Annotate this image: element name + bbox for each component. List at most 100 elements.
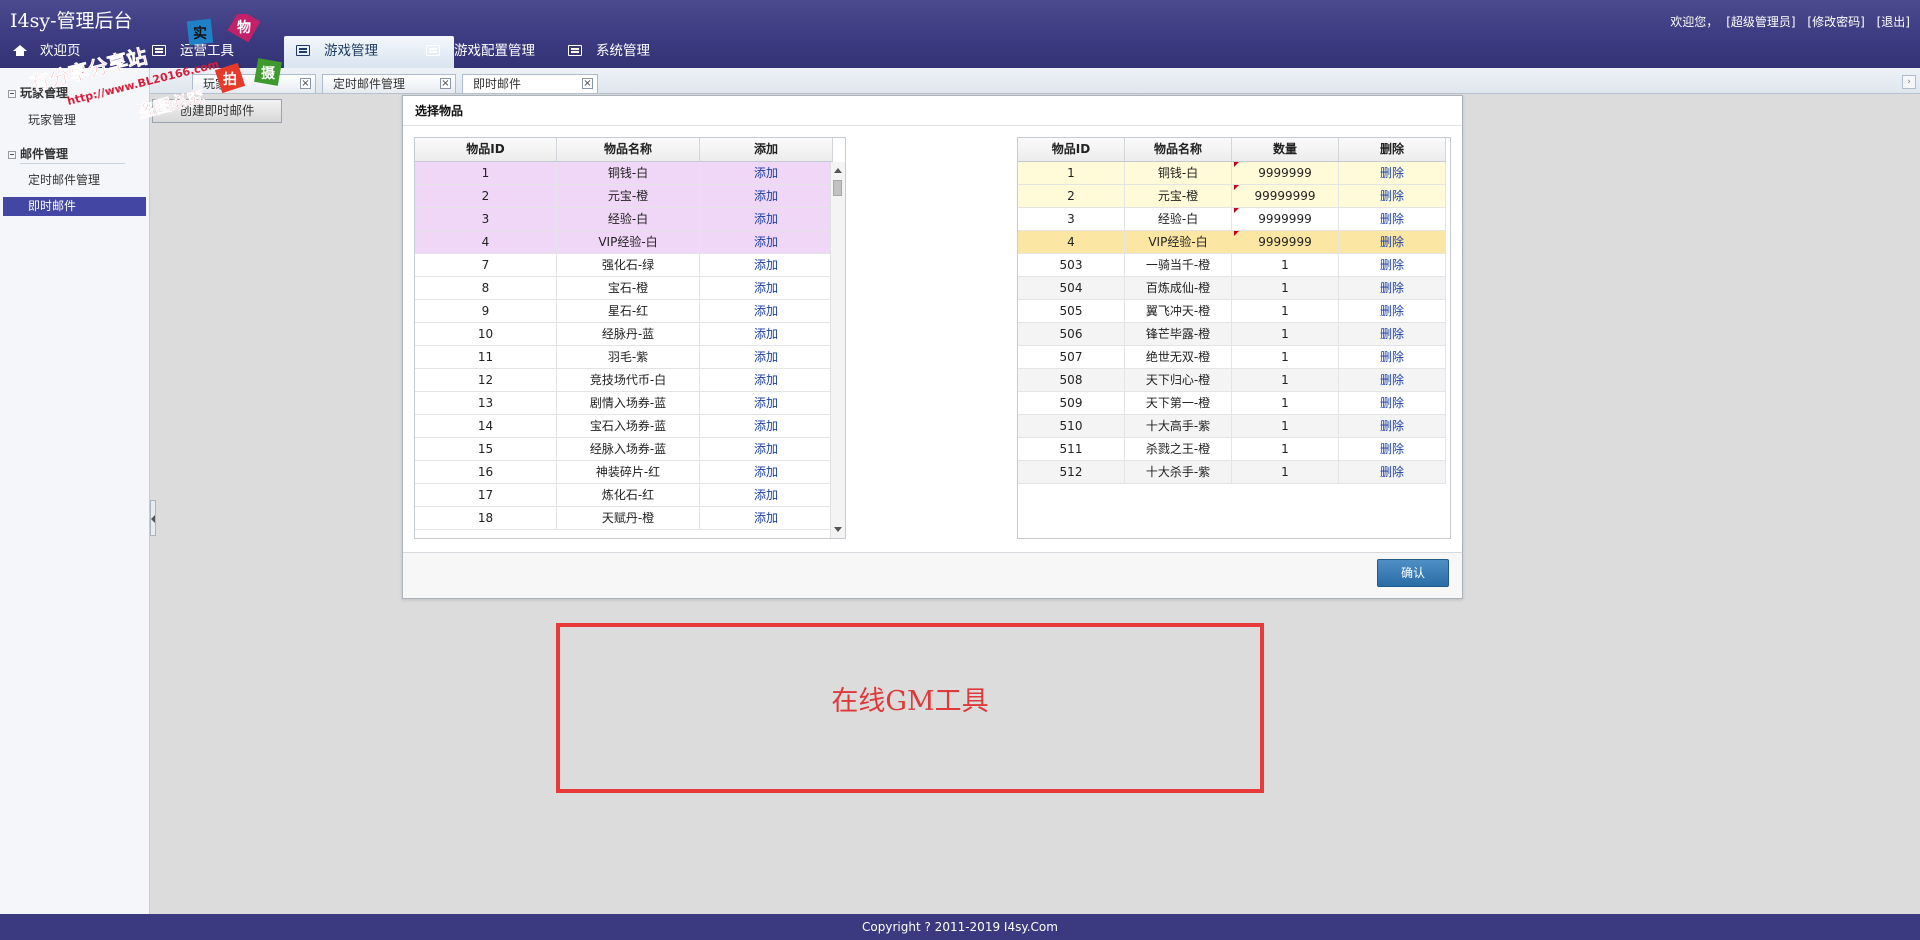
collapse-icon[interactable] bbox=[8, 150, 16, 159]
add-item-link[interactable]: 添加 bbox=[700, 369, 833, 391]
sidebar-collapse-handle[interactable] bbox=[150, 500, 156, 536]
table-row[interactable]: 511 杀戮之王-橙 1 删除 bbox=[1018, 438, 1446, 461]
cell-quantity[interactable]: 99999999 bbox=[1232, 185, 1339, 207]
column-header-item-name[interactable]: 物品名称 bbox=[1125, 138, 1232, 161]
table-row[interactable]: 4 VIP经验-白 9999999 删除 bbox=[1018, 231, 1446, 254]
table-row[interactable]: 503 一骑当千-橙 1 删除 bbox=[1018, 254, 1446, 277]
delete-item-link[interactable]: 删除 bbox=[1339, 231, 1446, 253]
cell-quantity[interactable]: 1 bbox=[1232, 300, 1339, 322]
column-header-item-id[interactable]: 物品ID bbox=[415, 138, 557, 161]
cell-quantity[interactable]: 1 bbox=[1232, 323, 1339, 345]
add-item-link[interactable]: 添加 bbox=[700, 484, 833, 506]
table-row[interactable]: 2 元宝-橙 99999999 删除 bbox=[1018, 185, 1446, 208]
delete-item-link[interactable]: 删除 bbox=[1339, 461, 1446, 483]
cell-quantity[interactable]: 1 bbox=[1232, 415, 1339, 437]
sidebar-item-scheduled-mail[interactable]: 定时邮件管理 bbox=[3, 171, 146, 190]
add-item-link[interactable]: 添加 bbox=[700, 415, 833, 437]
table-row[interactable]: 18 天赋丹-橙 添加 bbox=[415, 507, 833, 530]
close-icon[interactable]: × bbox=[300, 78, 311, 89]
cell-quantity[interactable]: 1 bbox=[1232, 438, 1339, 460]
table-row[interactable]: 12 竞技场代币-白 添加 bbox=[415, 369, 833, 392]
scroll-down-icon[interactable] bbox=[834, 527, 842, 532]
nav-system[interactable]: 系统管理 bbox=[556, 36, 716, 66]
table-row[interactable]: 17 炼化石-红 添加 bbox=[415, 484, 833, 507]
user-name-link[interactable]: [超级管理员] bbox=[1726, 15, 1795, 29]
table-row[interactable]: 8 宝石-橙 添加 bbox=[415, 277, 833, 300]
table-row[interactable]: 505 翼飞冲天-橙 1 删除 bbox=[1018, 300, 1446, 323]
table-row[interactable]: 10 经脉丹-蓝 添加 bbox=[415, 323, 833, 346]
add-item-link[interactable]: 添加 bbox=[700, 162, 833, 184]
change-password-link[interactable]: [修改密码] bbox=[1807, 15, 1864, 29]
column-header-item-name[interactable]: 物品名称 bbox=[557, 138, 700, 161]
sidebar-group-player[interactable]: 玩家管理 bbox=[8, 84, 68, 101]
confirm-button[interactable]: 确认 bbox=[1377, 559, 1449, 587]
column-header-delete[interactable]: 删除 bbox=[1339, 138, 1446, 161]
cell-quantity[interactable]: 9999999 bbox=[1232, 231, 1339, 253]
tab-player[interactable]: 玩家 × bbox=[192, 74, 316, 93]
table-row[interactable]: 11 羽毛-紫 添加 bbox=[415, 346, 833, 369]
add-item-link[interactable]: 添加 bbox=[700, 185, 833, 207]
delete-item-link[interactable]: 删除 bbox=[1339, 185, 1446, 207]
add-item-link[interactable]: 添加 bbox=[700, 231, 833, 253]
table-row[interactable]: 4 VIP经验-白 添加 bbox=[415, 231, 833, 254]
close-icon[interactable]: × bbox=[582, 78, 593, 89]
add-item-link[interactable]: 添加 bbox=[700, 254, 833, 276]
add-item-link[interactable]: 添加 bbox=[700, 507, 833, 529]
table-row[interactable]: 13 剧情入场券-蓝 添加 bbox=[415, 392, 833, 415]
sidebar-item-player-management[interactable]: 玩家管理 bbox=[3, 111, 146, 130]
delete-item-link[interactable]: 删除 bbox=[1339, 415, 1446, 437]
delete-item-link[interactable]: 删除 bbox=[1339, 438, 1446, 460]
table-row[interactable]: 9 星石-红 添加 bbox=[415, 300, 833, 323]
add-item-link[interactable]: 添加 bbox=[700, 346, 833, 368]
cell-quantity[interactable]: 1 bbox=[1232, 369, 1339, 391]
table-row[interactable]: 16 神装碎片-红 添加 bbox=[415, 461, 833, 484]
tab-instant-mail[interactable]: 即时邮件 × bbox=[462, 74, 598, 93]
table-row[interactable]: 7 强化石-绿 添加 bbox=[415, 254, 833, 277]
cell-quantity[interactable]: 1 bbox=[1232, 254, 1339, 276]
table-row[interactable]: 3 经验-白 9999999 删除 bbox=[1018, 208, 1446, 231]
delete-item-link[interactable]: 删除 bbox=[1339, 323, 1446, 345]
column-header-quantity[interactable]: 数量 bbox=[1232, 138, 1339, 161]
delete-item-link[interactable]: 删除 bbox=[1339, 162, 1446, 184]
table-row[interactable]: 506 锋芒毕露-橙 1 删除 bbox=[1018, 323, 1446, 346]
add-item-link[interactable]: 添加 bbox=[700, 392, 833, 414]
add-item-link[interactable]: 添加 bbox=[700, 300, 833, 322]
cell-quantity[interactable]: 9999999 bbox=[1232, 162, 1339, 184]
cell-quantity[interactable]: 1 bbox=[1232, 277, 1339, 299]
cell-quantity[interactable]: 1 bbox=[1232, 392, 1339, 414]
delete-item-link[interactable]: 删除 bbox=[1339, 300, 1446, 322]
add-item-link[interactable]: 添加 bbox=[700, 277, 833, 299]
delete-item-link[interactable]: 删除 bbox=[1339, 392, 1446, 414]
delete-item-link[interactable]: 删除 bbox=[1339, 254, 1446, 276]
table-row[interactable]: 1 铜钱-白 9999999 删除 bbox=[1018, 162, 1446, 185]
sidebar-group-mail[interactable]: 邮件管理 bbox=[8, 145, 68, 162]
table-row[interactable]: 504 百炼成仙-橙 1 删除 bbox=[1018, 277, 1446, 300]
add-item-link[interactable]: 添加 bbox=[700, 438, 833, 460]
scroll-thumb[interactable] bbox=[833, 180, 842, 196]
add-item-link[interactable]: 添加 bbox=[700, 461, 833, 483]
sidebar-item-instant-mail[interactable]: 即时邮件 bbox=[3, 197, 146, 216]
cell-quantity[interactable]: 9999999 bbox=[1232, 208, 1339, 230]
add-item-link[interactable]: 添加 bbox=[700, 208, 833, 230]
cell-quantity[interactable]: 1 bbox=[1232, 461, 1339, 483]
delete-item-link[interactable]: 删除 bbox=[1339, 208, 1446, 230]
tab-scheduled-mail[interactable]: 定时邮件管理 × bbox=[322, 74, 456, 93]
table-row[interactable]: 512 十大杀手-紫 1 删除 bbox=[1018, 461, 1446, 484]
table-row[interactable]: 507 绝世无双-橙 1 删除 bbox=[1018, 346, 1446, 369]
table-row[interactable]: 510 十大高手-紫 1 删除 bbox=[1018, 415, 1446, 438]
tab-scroll-right-icon[interactable]: › bbox=[1902, 75, 1916, 89]
cell-quantity[interactable]: 1 bbox=[1232, 346, 1339, 368]
table-row[interactable]: 14 宝石入场券-蓝 添加 bbox=[415, 415, 833, 438]
add-item-link[interactable]: 添加 bbox=[700, 323, 833, 345]
logout-link[interactable]: [退出] bbox=[1877, 15, 1910, 29]
collapse-icon[interactable] bbox=[8, 89, 16, 98]
vertical-scrollbar[interactable] bbox=[830, 162, 845, 538]
table-row[interactable]: 15 经脉入场券-蓝 添加 bbox=[415, 438, 833, 461]
delete-item-link[interactable]: 删除 bbox=[1339, 369, 1446, 391]
scroll-up-icon[interactable] bbox=[834, 168, 842, 173]
create-instant-mail-button[interactable]: 创建即时邮件 bbox=[152, 99, 282, 123]
delete-item-link[interactable]: 删除 bbox=[1339, 277, 1446, 299]
table-row[interactable]: 509 天下第一-橙 1 删除 bbox=[1018, 392, 1446, 415]
column-header-add[interactable]: 添加 bbox=[700, 138, 833, 161]
column-header-item-id[interactable]: 物品ID bbox=[1018, 138, 1125, 161]
